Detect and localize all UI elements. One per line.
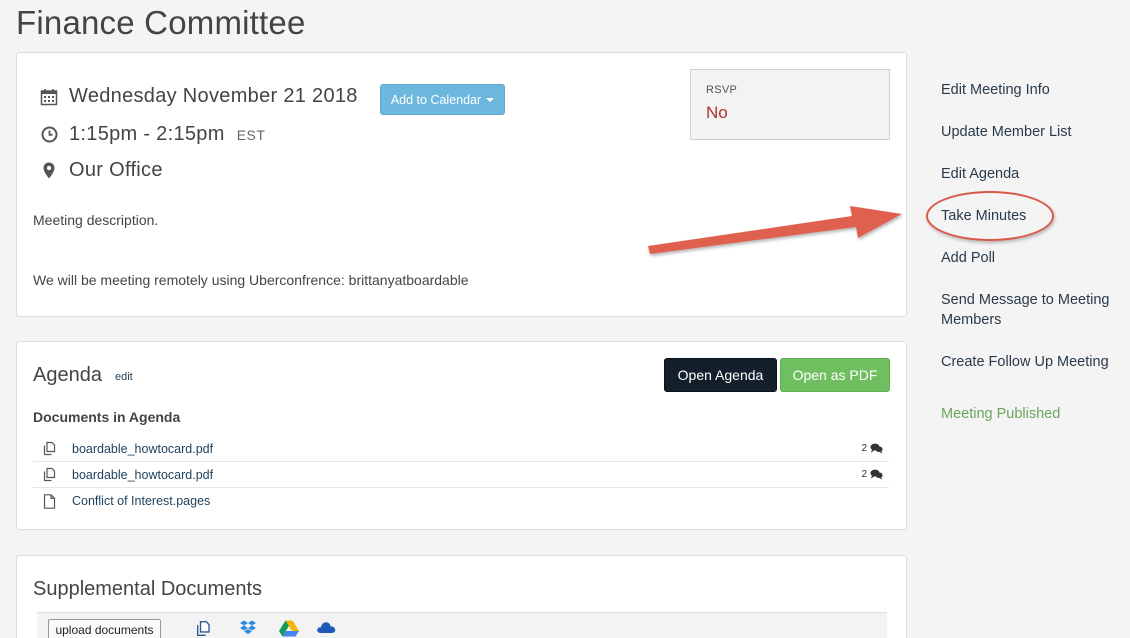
- supplemental-title: Supplemental Documents: [33, 578, 263, 600]
- copy-icon: [43, 467, 67, 482]
- create-follow-up-meeting-link[interactable]: Create Follow Up Meeting: [941, 352, 1126, 372]
- map-marker-icon: [39, 162, 59, 179]
- document-link[interactable]: boardable_howtocard.pdf: [72, 468, 213, 482]
- list-item[interactable]: boardable_howtocard.pdf 2: [33, 436, 889, 462]
- send-message-link[interactable]: Send Message to Meeting Members: [941, 290, 1126, 330]
- meeting-time-row: 1:15pm - 2:15pm EST: [39, 123, 265, 146]
- meeting-description: Meeting description.: [33, 212, 159, 228]
- documents-heading: Documents in Agenda: [33, 409, 181, 425]
- comment-count[interactable]: 2: [861, 469, 883, 480]
- comment-count[interactable]: 2: [861, 443, 883, 454]
- list-item[interactable]: Conflict of Interest.pages: [33, 488, 889, 514]
- add-to-calendar-label: Add to Calendar: [390, 92, 482, 107]
- open-agenda-button[interactable]: Open Agenda: [664, 358, 777, 392]
- upload-toolbar: upload documents: [37, 612, 887, 638]
- meeting-time: 1:15pm - 2:15pm: [69, 123, 225, 145]
- copy-icon: [43, 441, 67, 456]
- document-link[interactable]: boardable_howtocard.pdf: [72, 442, 213, 456]
- agenda-title: Agenda: [33, 364, 102, 386]
- copy-icon[interactable]: [196, 620, 213, 638]
- meeting-info-panel: Wednesday November 21 2018 Add to Calend…: [16, 52, 907, 317]
- dropbox-icon[interactable]: [239, 620, 257, 638]
- file-icon: [43, 493, 67, 509]
- take-minutes-link[interactable]: Take Minutes: [941, 206, 1126, 226]
- edit-agenda-link[interactable]: edit: [115, 371, 133, 383]
- supplemental-documents-panel: Supplemental Documents upload documents: [16, 555, 907, 638]
- agenda-document-list: boardable_howtocard.pdf 2 boardable_howt…: [33, 436, 889, 514]
- comment-count-value: 2: [861, 469, 867, 480]
- rsvp-box[interactable]: RSVP No: [690, 69, 890, 140]
- edit-agenda-sidebar-link[interactable]: Edit Agenda: [941, 164, 1126, 184]
- document-link[interactable]: Conflict of Interest.pages: [72, 494, 210, 508]
- update-member-list-link[interactable]: Update Member List: [941, 122, 1126, 142]
- meeting-date-row: Wednesday November 21 2018: [39, 85, 358, 108]
- meeting-date: Wednesday November 21 2018: [69, 85, 358, 107]
- comment-count-value: 2: [861, 443, 867, 454]
- onedrive-icon[interactable]: [316, 620, 336, 638]
- page-title: Finance Committee: [16, 4, 306, 41]
- agenda-panel: Agenda edit Open Agenda Open as PDF Docu…: [16, 341, 907, 530]
- meeting-timezone: EST: [236, 126, 266, 143]
- comments-icon: [870, 443, 883, 454]
- meeting-published-status: Meeting Published: [941, 406, 1061, 422]
- open-as-pdf-button[interactable]: Open as PDF: [780, 358, 890, 392]
- upload-documents-button[interactable]: upload documents: [48, 619, 161, 638]
- clock-icon: [39, 126, 59, 143]
- rsvp-value[interactable]: No: [706, 103, 728, 123]
- meeting-location-row: Our Office: [39, 159, 163, 182]
- meeting-remote-note: We will be meeting remotely using Uberco…: [33, 272, 469, 288]
- edit-meeting-info-link[interactable]: Edit Meeting Info: [941, 80, 1126, 100]
- add-poll-link[interactable]: Add Poll: [941, 248, 1126, 268]
- calendar-icon: [39, 88, 59, 106]
- caret-down-icon: [486, 97, 495, 102]
- add-to-calendar-button[interactable]: Add to Calendar: [380, 84, 505, 115]
- google-drive-icon[interactable]: [279, 620, 299, 638]
- meeting-location: Our Office: [69, 159, 163, 181]
- list-item[interactable]: boardable_howtocard.pdf 2: [33, 462, 889, 488]
- comments-icon: [870, 469, 883, 480]
- rsvp-label: RSVP: [706, 84, 738, 96]
